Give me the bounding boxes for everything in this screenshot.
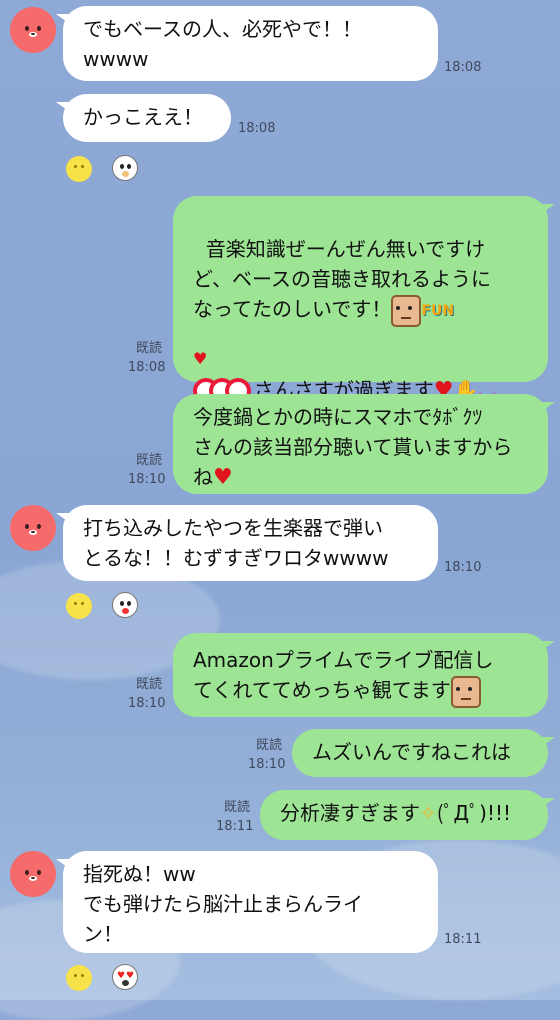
message-time: 18:08 bbox=[444, 60, 482, 75]
read-receipt: 既読 bbox=[136, 677, 163, 692]
message-bubble-incoming[interactable]: でもベースの人、必死やで！！ wwww bbox=[56, 6, 438, 81]
read-receipt: 既読 bbox=[136, 341, 163, 356]
message-bubble-outgoing[interactable]: 分析凄すぎます✧(ﾟДﾟ)!!! bbox=[260, 790, 555, 840]
read-receipt: 既読 bbox=[136, 453, 163, 468]
message-text: (ﾟДﾟ)!!! bbox=[436, 801, 512, 825]
man-face-emoji-icon bbox=[391, 294, 422, 327]
sticker-face-reaction-icon[interactable] bbox=[112, 155, 138, 181]
message-time: 18:08 bbox=[238, 121, 276, 136]
message-time: 18:10 bbox=[248, 757, 286, 772]
man-face-emoji-icon bbox=[450, 675, 481, 708]
surprised-face-reaction-icon[interactable] bbox=[112, 592, 138, 618]
message-bubble-outgoing[interactable]: Amazonプライムでライブ配信し てくれててめっちゃ観てます bbox=[173, 633, 555, 717]
message-time: 18:10 bbox=[128, 472, 166, 487]
smile-reaction-icon[interactable] bbox=[66, 156, 92, 182]
heart-eyes-face-reaction-icon[interactable]: ♥ ♥ bbox=[112, 964, 138, 990]
message-text: 分析凄すぎます bbox=[280, 801, 420, 825]
read-receipt: 既読 bbox=[224, 800, 251, 815]
sparkle-emoji-icon: ✧ bbox=[420, 801, 437, 825]
smile-reaction-icon[interactable] bbox=[66, 965, 92, 991]
smile-reaction-icon[interactable] bbox=[66, 593, 92, 619]
message-bubble-outgoing[interactable]: 今度鍋とかの時にスマホでﾀﾎﾞｸﾂ さんの該当部分聴いて貰いますから ね♥ bbox=[173, 394, 555, 494]
message-time: 18:11 bbox=[444, 932, 482, 947]
message-time: 18:10 bbox=[444, 560, 482, 575]
message-bubble-outgoing[interactable]: 音楽知識ぜーんぜん無いですけ ど、ベースの音聴き取れるように なってたのしいです… bbox=[173, 196, 555, 404]
message-text: Amazonプライムでライブ配信し てくれててめっちゃ観てます bbox=[193, 648, 494, 702]
heart-icon: ♥ bbox=[193, 349, 208, 368]
message-text: 今度鍋とかの時にスマホでﾀﾎﾞｸﾂ さんの該当部分聴いて貰いますから ね bbox=[193, 405, 513, 489]
fun-emoji-icon: FUN bbox=[421, 302, 455, 319]
message-time: 18:10 bbox=[128, 696, 166, 711]
sender-avatar[interactable] bbox=[10, 851, 56, 897]
message-time: 18:11 bbox=[216, 819, 254, 834]
message-time: 18:08 bbox=[128, 360, 166, 375]
message-bubble-incoming[interactable]: かっこええ！ bbox=[56, 94, 231, 142]
message-bubble-outgoing[interactable]: ムズいんですねこれは bbox=[292, 729, 555, 777]
read-receipt: 既読 bbox=[256, 738, 283, 753]
message-bubble-incoming[interactable]: 指死ぬ！ww でも弾けたら脳汁止まらんライ ン！ bbox=[56, 851, 438, 953]
heart-icon: ♥ bbox=[213, 465, 233, 490]
sender-avatar[interactable] bbox=[10, 505, 56, 551]
sender-avatar[interactable] bbox=[10, 7, 56, 53]
message-bubble-incoming[interactable]: 打ち込みしたやつを生楽器で弾い とるな！！むずすぎワロタwwww bbox=[56, 505, 438, 581]
